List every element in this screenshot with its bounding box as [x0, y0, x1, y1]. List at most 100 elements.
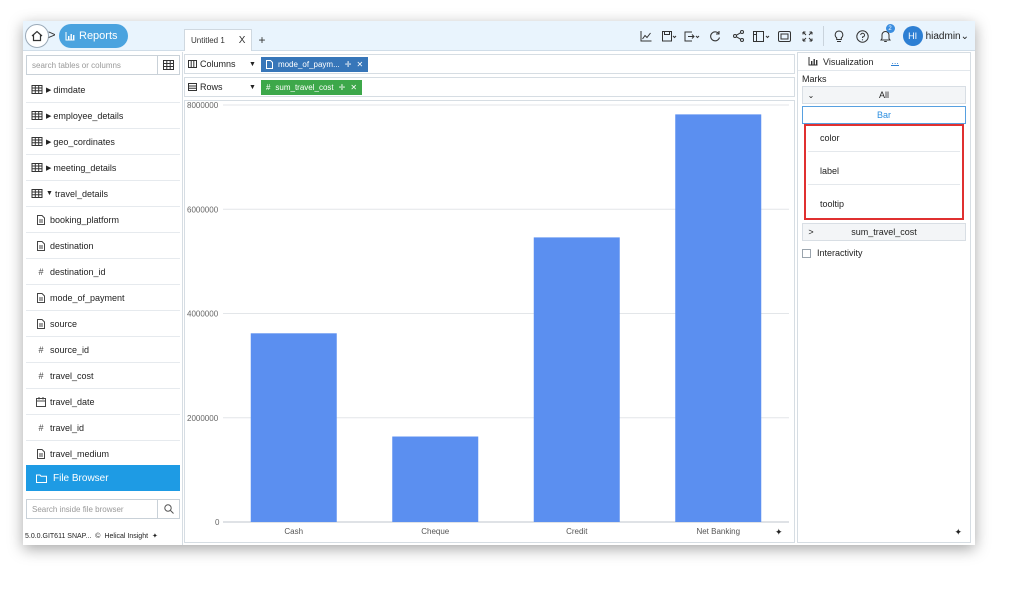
reports-button[interactable]: Reports	[59, 24, 128, 48]
save-icon[interactable]	[658, 21, 681, 51]
interactivity-checkbox[interactable]	[802, 248, 811, 258]
tab-untitled-1[interactable]: Untitled 1 X	[184, 29, 253, 51]
caret-right-icon[interactable]: ▶	[46, 138, 51, 146]
remove-pill-icon[interactable]: ✕	[356, 60, 363, 69]
move-icon[interactable]: ✛	[345, 60, 352, 69]
rows-shelf-label: Rows	[185, 82, 249, 92]
pin-icon[interactable]: ✦	[775, 527, 783, 538]
mark-label[interactable]: label	[808, 163, 960, 185]
notification-count-badge: 2	[885, 24, 895, 33]
field-item[interactable]: # destination_id	[26, 259, 180, 285]
measure-section[interactable]: > sum_travel_cost	[802, 223, 966, 241]
chart-type-selector[interactable]: Bar	[802, 106, 966, 124]
field-item[interactable]: # travel_id	[26, 415, 180, 441]
notifications-button[interactable]: 2	[874, 21, 897, 51]
toolbar: 2 HI hiadmin⌄	[635, 21, 975, 51]
table-icon	[31, 163, 43, 172]
field-item[interactable]: travel_medium	[26, 441, 180, 467]
file-browser-search-button[interactable]	[158, 499, 180, 519]
layout-icon[interactable]	[750, 21, 773, 51]
move-icon[interactable]: ✛	[339, 83, 346, 92]
table-icon	[31, 137, 43, 146]
table-name: employee_details	[53, 110, 124, 121]
text-field-icon	[37, 214, 45, 225]
field-item[interactable]: source	[26, 311, 180, 337]
chevron-down-icon: ⌄	[807, 90, 815, 100]
add-tab-button[interactable]: +	[258, 33, 265, 51]
share-icon[interactable]	[727, 21, 750, 51]
avatar[interactable]: HI	[902, 26, 923, 46]
x-tick-label: Cheque	[421, 527, 450, 536]
columns-dropdown-icon[interactable]: ▼	[249, 61, 256, 68]
table-item[interactable]: ▶ geo_cordinates	[26, 129, 180, 155]
bar-cash[interactable]	[250, 333, 337, 522]
field-item[interactable]: booking_platform	[26, 207, 180, 233]
caret-right-icon[interactable]: ▶	[46, 164, 51, 172]
visualization-tab-label: Visualization	[823, 56, 874, 67]
table-name: meeting_details	[53, 162, 117, 173]
table-name: geo_cordinates	[53, 136, 115, 147]
fullscreen-icon[interactable]	[796, 21, 819, 51]
caret-right-icon[interactable]: ▶	[46, 112, 51, 120]
field-item[interactable]: mode_of_payment	[26, 285, 180, 311]
copyright-icon: ©	[95, 532, 101, 540]
tab-visualization[interactable]: Visualization	[798, 57, 873, 67]
chevron-right-icon[interactable]: >	[48, 27, 56, 42]
text-field-icon	[37, 240, 45, 251]
pin-icon[interactable]: ✦	[152, 532, 158, 540]
mark-color[interactable]: color	[808, 130, 960, 152]
remove-pill-icon[interactable]: ✕	[350, 83, 357, 92]
refresh-icon[interactable]	[704, 21, 727, 51]
y-tick-label: 4000000	[187, 310, 219, 319]
lightbulb-icon[interactable]	[828, 21, 851, 51]
measure-label: sum_travel_cost	[851, 227, 917, 237]
column-search-input[interactable]: search tables or columns	[26, 55, 158, 75]
file-browser-search-input[interactable]: Search inside file browser	[26, 499, 158, 519]
more-options-tab[interactable]: ...	[891, 57, 899, 66]
field-item[interactable]: # source_id	[26, 337, 180, 363]
field-item[interactable]: # travel_cost	[26, 363, 180, 389]
rows-dropdown-icon[interactable]: ▼	[249, 84, 256, 91]
caret-right-icon[interactable]: ▶	[46, 86, 51, 94]
numeric-field-icon: #	[38, 344, 44, 355]
table-item[interactable]: ▼ travel_details	[26, 181, 180, 207]
toolbar-divider	[822, 26, 824, 46]
close-tab-icon[interactable]: X	[239, 35, 246, 46]
field-name: travel_id	[50, 422, 85, 433]
bar-cheque[interactable]	[392, 436, 479, 522]
bar-credit[interactable]	[533, 237, 620, 522]
marks-all-section[interactable]: ⌄ All	[802, 86, 966, 104]
bar-net-banking[interactable]	[675, 114, 762, 522]
table-view-button[interactable]	[158, 55, 180, 75]
field-item[interactable]: destination	[26, 233, 180, 259]
panel-tabs: Visualization ...	[798, 53, 970, 71]
column-search-row: search tables or columns	[26, 55, 180, 75]
mark-tooltip[interactable]: tooltip	[808, 196, 960, 218]
caret-down-icon[interactable]: ▼	[46, 190, 53, 197]
folder-icon	[36, 474, 47, 483]
presentation-icon[interactable]	[773, 21, 796, 51]
table-item[interactable]: ▶ meeting_details	[26, 155, 180, 181]
export-icon[interactable]	[681, 21, 704, 51]
file-browser-button[interactable]: File Browser	[26, 465, 180, 491]
reports-label: Reports	[79, 30, 118, 42]
help-icon[interactable]	[851, 21, 874, 51]
rows-icon	[188, 83, 197, 91]
line-chart-icon[interactable]	[635, 21, 658, 51]
home-button[interactable]	[25, 24, 49, 48]
file-browser-label: File Browser	[53, 472, 109, 484]
all-label: All	[878, 90, 889, 100]
text-field-icon	[265, 59, 273, 69]
user-menu[interactable]: hiadmin⌄	[926, 31, 969, 42]
table-item[interactable]: ▶ employee_details	[26, 103, 180, 129]
search-icon	[163, 504, 174, 514]
rows-pill-label: sum_travel_cost	[275, 82, 334, 92]
numeric-field-icon: #	[265, 82, 271, 92]
table-item[interactable]: ▶ dimdate	[26, 77, 180, 103]
field-name: source	[50, 318, 78, 329]
rows-field-pill[interactable]: # sum_travel_cost ✛ ✕	[260, 79, 363, 95]
version-text: 5.0.0.GIT611 SNAP...	[25, 532, 92, 540]
field-item[interactable]: travel_date	[26, 389, 180, 415]
pin-icon[interactable]: ✦	[954, 527, 962, 538]
columns-field-pill[interactable]: mode_of_paym... ✛ ✕	[260, 56, 369, 72]
